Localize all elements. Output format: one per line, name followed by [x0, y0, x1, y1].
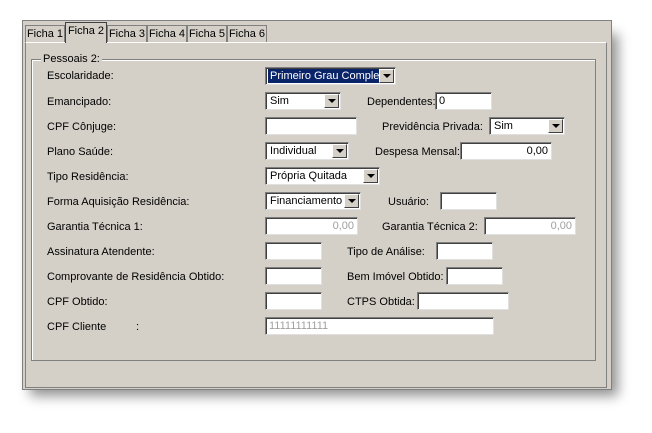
- emancipado-select[interactable]: Sim: [265, 92, 341, 110]
- despesa-mensal-field[interactable]: 0,00: [460, 142, 552, 160]
- bem-imovel-field[interactable]: [446, 267, 503, 285]
- assinatura-atendente-label: Assinatura Atendente:: [47, 246, 155, 258]
- garantia-tecnica-2-field[interactable]: 0,00: [484, 217, 576, 235]
- dependentes-label: Dependentes:: [367, 96, 436, 108]
- plano-saude-label: Plano Saúde:: [47, 146, 114, 158]
- chevron-down-icon[interactable]: [548, 119, 563, 133]
- cpf-cliente-colon: :: [136, 321, 140, 333]
- emancipado-value: Sim: [270, 95, 289, 107]
- tab-ficha-6[interactable]: Ficha 6: [227, 25, 267, 42]
- cpf-obtido-field[interactable]: [265, 292, 322, 310]
- previdencia-privada-select[interactable]: Sim: [489, 117, 565, 135]
- dependentes-field[interactable]: 0: [435, 92, 492, 110]
- tab-ficha-1[interactable]: Ficha 1: [25, 25, 65, 42]
- escolaridade-value: Primeiro Grau Completo: [268, 69, 391, 83]
- cpf-cliente-field[interactable]: 11111111111: [265, 317, 494, 335]
- cpf-cliente-label: CPF Cliente: [47, 321, 107, 333]
- garantia-tecnica-1-field[interactable]: 0,00: [265, 217, 358, 235]
- garantia-tecnica-1-label: Garantia Técnica 1:: [47, 221, 143, 233]
- tab-ficha-3[interactable]: Ficha 3: [107, 25, 147, 42]
- chevron-down-icon[interactable]: [324, 94, 339, 108]
- plano-saude-value: Individual: [270, 145, 317, 157]
- cpf-conjuge-field[interactable]: [265, 117, 357, 135]
- tab-ficha-2[interactable]: Ficha 2: [65, 22, 107, 43]
- tipo-residencia-select[interactable]: Própria Quitada: [265, 167, 380, 185]
- cpf-conjuge-label: CPF Cônjuge:: [47, 121, 117, 133]
- tipo-analise-field[interactable]: [436, 242, 493, 260]
- tab-ficha-5[interactable]: Ficha 5: [187, 25, 227, 42]
- forma-aquisicao-value: Financiamento: [270, 195, 343, 207]
- form-window: Ficha 1 Ficha 2 Ficha 3 Ficha 4 Ficha 5 …: [22, 20, 612, 390]
- tab-ficha-4[interactable]: Ficha 4: [147, 25, 187, 42]
- chevron-down-icon[interactable]: [344, 194, 359, 208]
- chevron-down-icon[interactable]: [379, 69, 394, 83]
- assinatura-atendente-field[interactable]: [265, 242, 322, 260]
- plano-saude-select[interactable]: Individual: [265, 142, 349, 160]
- comprovante-residencia-field[interactable]: [265, 267, 322, 285]
- bem-imovel-label: Bem Imóvel Obtido:: [347, 271, 444, 283]
- tipo-residencia-value: Própria Quitada: [270, 170, 348, 182]
- emancipado-label: Emancipado:: [47, 96, 112, 108]
- cpf-obtido-label: CPF Obtido:: [47, 296, 108, 308]
- chevron-down-icon[interactable]: [332, 144, 347, 158]
- ctps-obtida-field[interactable]: [417, 292, 509, 310]
- escolaridade-label: Escolaridade:: [47, 70, 114, 82]
- previdencia-privada-label: Previdência Privada:: [382, 121, 483, 133]
- despesa-mensal-label: Despesa Mensal:: [375, 146, 460, 158]
- chevron-down-icon[interactable]: [363, 169, 378, 183]
- group-title: Pessoais 2:: [41, 53, 102, 65]
- escolaridade-select[interactable]: Primeiro Grau Completo: [265, 67, 396, 85]
- ctps-obtida-label: CTPS Obtida:: [347, 296, 415, 308]
- usuario-field[interactable]: [440, 192, 497, 210]
- garantia-tecnica-2-label: Garantia Técnica 2:: [382, 221, 478, 233]
- previdencia-privada-value: Sim: [494, 120, 513, 132]
- tipo-residencia-label: Tipo Residência:: [47, 171, 129, 183]
- comprovante-residencia-label: Comprovante de Residência Obtido:: [47, 271, 225, 283]
- tipo-analise-label: Tipo de Análise:: [347, 246, 425, 258]
- forma-aquisicao-select[interactable]: Financiamento: [265, 192, 361, 210]
- forma-aquisicao-label: Forma Aquisição Residência:: [47, 196, 190, 208]
- usuario-label: Usuário:: [388, 196, 429, 208]
